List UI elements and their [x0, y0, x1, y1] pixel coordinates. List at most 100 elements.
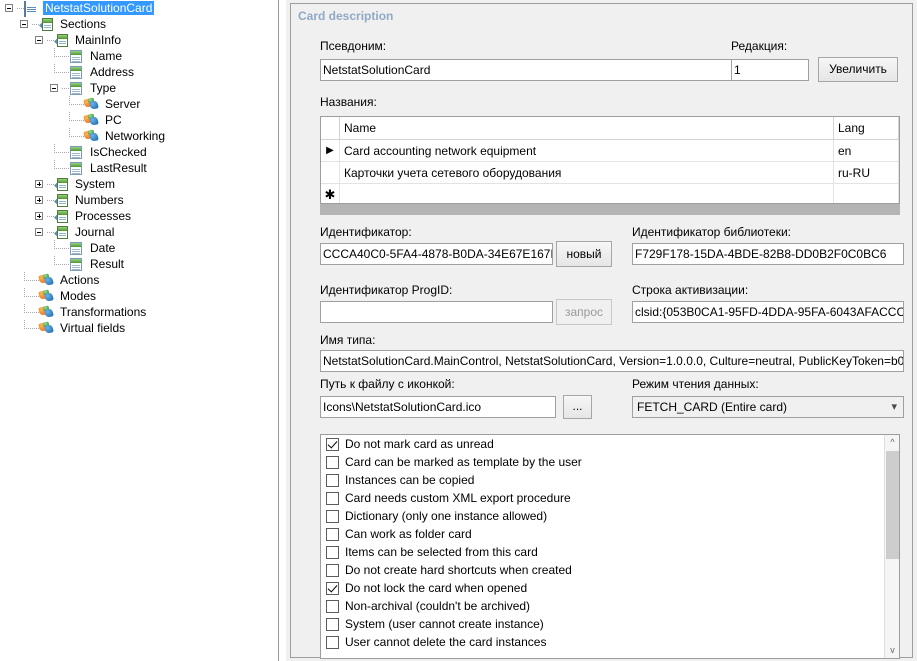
revision-label: Редакция: [731, 39, 788, 53]
option-row[interactable]: Do not mark card as unread [321, 435, 899, 453]
card-options-items: Do not mark card as unread Card can be ma… [321, 435, 899, 651]
option-row[interactable]: Can work as folder card [321, 525, 899, 543]
tree-node-journal[interactable]: Journal [32, 224, 278, 240]
table-row[interactable]: ▶ Card accounting network equipment en [321, 139, 899, 162]
tree-node-transformations[interactable]: Transformations [17, 304, 278, 320]
tree-node-actions[interactable]: Actions [17, 272, 278, 288]
checkbox-checked-icon[interactable] [326, 581, 339, 595]
tree-node-system[interactable]: System [32, 176, 278, 192]
expand-icon[interactable] [32, 193, 47, 208]
identifier-input[interactable]: CCCA40C0-5FA4-4878-B0DA-34E67E167BEA [320, 243, 553, 265]
tree-connector [47, 176, 54, 192]
checkbox-unchecked-icon[interactable] [326, 527, 339, 541]
option-row[interactable]: User cannot delete the card instances [321, 633, 899, 651]
tree-node-type[interactable]: Type [47, 80, 278, 96]
option-row[interactable]: Instances can be copied [321, 471, 899, 489]
names-label: Названия: [320, 95, 377, 109]
grid-horizontal-scrollbar[interactable] [320, 204, 900, 215]
revision-input[interactable]: 1 [731, 59, 809, 81]
option-row[interactable]: Dictionary (only one instance allowed) [321, 507, 899, 525]
collapse-icon[interactable] [17, 17, 32, 32]
iconpath-label: Путь к файлу с иконкой: [320, 377, 455, 391]
checkbox-unchecked-icon[interactable] [326, 509, 339, 523]
checkbox-unchecked-icon[interactable] [326, 599, 339, 613]
card-structure-tree[interactable]: NetstatSolutionCard Sections MainInfo Name A… [0, 0, 279, 661]
column-header-name[interactable]: Name [339, 117, 834, 140]
option-row[interactable]: Card needs custom XML export procedure [321, 489, 899, 507]
tree-node-sections[interactable]: Sections [17, 16, 278, 32]
new-row-marker[interactable]: ✱ [321, 183, 340, 203]
tree-node-modes[interactable]: Modes [17, 288, 278, 304]
expand-icon[interactable] [32, 209, 47, 224]
section-icon [54, 176, 70, 192]
scroll-up-icon[interactable]: ^ [885, 435, 899, 450]
cell-name[interactable]: Карточки учета сетевого оборудования [339, 161, 834, 184]
tree-node-lastresult[interactable]: LastResult [47, 160, 278, 176]
collapse-icon[interactable] [32, 33, 47, 48]
cell-lang[interactable]: en [833, 139, 899, 162]
checkbox-unchecked-icon[interactable] [326, 635, 339, 649]
tree-connector [47, 144, 62, 160]
option-row[interactable]: Do not lock the card when opened [321, 579, 899, 597]
card-options-list[interactable]: Do not mark card as unread Card can be ma… [320, 434, 900, 659]
tree-node-label: MainInfo [75, 33, 122, 47]
tree-connector [47, 48, 62, 64]
browse-icon-button[interactable]: ... [563, 395, 592, 419]
tree-node-server[interactable]: Server [62, 96, 278, 112]
tree-node-processes[interactable]: Processes [32, 208, 278, 224]
tree-node-virtual-fields[interactable]: Virtual fields [17, 320, 278, 336]
tree-node-numbers[interactable]: Numbers [32, 192, 278, 208]
checkbox-unchecked-icon[interactable] [326, 545, 339, 559]
checkbox-unchecked-icon[interactable] [326, 491, 339, 505]
table-row-new[interactable]: ✱ [321, 183, 899, 203]
cell-lang[interactable] [833, 183, 899, 203]
option-row[interactable]: Do not create hard shortcuts when create… [321, 561, 899, 579]
typename-input[interactable]: NetstatSolutionCard.MainControl, Netstat… [320, 350, 904, 372]
increase-revision-button[interactable]: Увеличить [818, 57, 898, 82]
option-label: Dictionary (only one instance allowed) [345, 509, 548, 523]
collapse-icon[interactable] [2, 1, 17, 16]
row-marker[interactable]: ▶ [321, 139, 340, 162]
tree-node-label: NetstatSolutionCard [43, 1, 155, 15]
option-row[interactable]: Card can be marked as template by the us… [321, 453, 899, 471]
names-grid[interactable]: Name Lang ▶ Card accounting network equi… [320, 116, 900, 204]
option-row[interactable]: System (user cannot create instance) [321, 615, 899, 633]
alias-input[interactable]: NetstatSolutionCard [320, 59, 764, 81]
row-marker[interactable] [321, 161, 340, 184]
tree-node-networking[interactable]: Networking [62, 128, 278, 144]
tree-node-date[interactable]: Date [47, 240, 278, 256]
checkbox-unchecked-icon[interactable] [326, 617, 339, 631]
checkbox-unchecked-icon[interactable] [326, 473, 339, 487]
checkbox-checked-icon[interactable] [326, 437, 339, 451]
scroll-down-icon[interactable]: v [885, 643, 899, 658]
scrollbar-thumb[interactable] [886, 451, 899, 559]
table-row[interactable]: Карточки учета сетевого оборудования ru-… [321, 161, 899, 184]
option-row[interactable]: Items can be selected from this card [321, 543, 899, 561]
cell-lang[interactable]: ru-RU [833, 161, 899, 184]
collapse-icon[interactable] [47, 81, 62, 96]
expand-icon[interactable] [32, 177, 47, 192]
collapse-icon[interactable] [32, 225, 47, 240]
fetchmode-select[interactable]: FETCH_CARD (Entire card) ▾ [632, 396, 904, 418]
tree-connector [17, 272, 32, 288]
tree-node-ischecked[interactable]: IsChecked [47, 144, 278, 160]
options-vertical-scrollbar[interactable]: ^ v [884, 435, 899, 658]
new-identifier-button[interactable]: новый [556, 241, 612, 267]
option-row[interactable]: Non-archival (couldn't be archived) [321, 597, 899, 615]
cell-name[interactable]: Card accounting network equipment [339, 139, 834, 162]
tree-node-address[interactable]: Address [47, 64, 278, 80]
checkbox-unchecked-icon[interactable] [326, 563, 339, 577]
tree-node-netstatsolutioncard[interactable]: NetstatSolutionCard [2, 0, 278, 17]
checkbox-unchecked-icon[interactable] [326, 455, 339, 469]
cell-name[interactable] [339, 183, 834, 203]
tree-node-maininfo[interactable]: MainInfo [32, 32, 278, 48]
activation-string-input[interactable]: clsid:{053B0CA1-95FD-4DDA-95FA-6043AFACC… [632, 301, 904, 323]
tree-node-result[interactable]: Result [47, 256, 278, 272]
progid-input[interactable] [320, 301, 553, 323]
column-header-lang[interactable]: Lang [833, 117, 899, 140]
tree-node-name[interactable]: Name [47, 48, 278, 64]
tree-connector [62, 144, 69, 160]
library-identifier-input[interactable]: F729F178-15DA-4BDE-82B8-DD0B2F0C0BC6 [632, 243, 904, 265]
iconpath-input[interactable]: Icons\NetstatSolutionCard.ico [320, 396, 556, 418]
tree-node-pc[interactable]: PC [62, 112, 278, 128]
